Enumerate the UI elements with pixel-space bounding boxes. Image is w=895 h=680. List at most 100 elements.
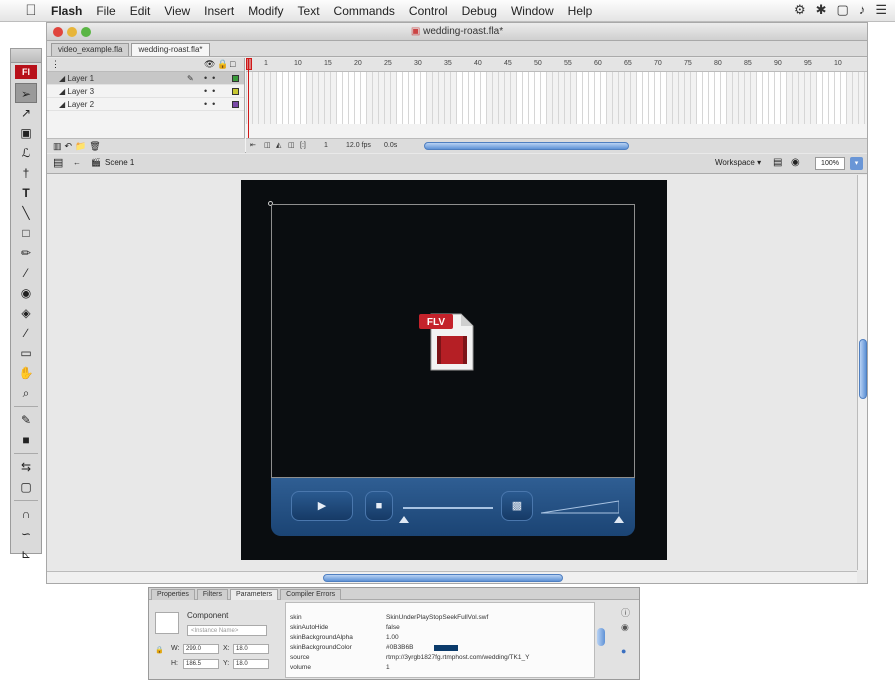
stop-button[interactable]: ■ — [365, 491, 393, 521]
menu-commands[interactable]: Commands — [327, 4, 402, 18]
param-row[interactable]: skinBackgroundAlpha 1.00 — [286, 633, 594, 643]
width-field[interactable]: 299.0 — [183, 644, 219, 654]
param-value[interactable]: SkinUnderPlayStopSeekFullVol.swf — [386, 613, 488, 623]
smooth-icon[interactable]: ∽ — [15, 524, 37, 544]
eraser-tool-icon[interactable]: ▭ — [15, 343, 37, 363]
param-value[interactable]: 1.00 — [386, 633, 399, 643]
onion-outlines-icon[interactable]: ◭ — [276, 139, 281, 153]
wifi-icon[interactable]: ☰ — [875, 2, 887, 18]
window-title-bar[interactable]: ▣ wedding-roast.fla* — [47, 23, 867, 41]
edit-multiple-frames-icon[interactable]: ◫ — [288, 139, 295, 153]
param-value[interactable]: rtmp://3yrgb1827fg.rtmphost.com/wedding/… — [386, 653, 529, 663]
play-button[interactable]: ▶ — [291, 491, 353, 521]
accessibility-icon[interactable]: ● — [621, 646, 626, 656]
apple-menu-icon[interactable]:  — [18, 2, 44, 19]
skin-color-swatch[interactable] — [434, 645, 458, 651]
timeline-scrollbar-thumb[interactable] — [424, 142, 629, 150]
parameters-scrollbar[interactable] — [597, 606, 605, 676]
ink-bottle-tool-icon[interactable]: ◉ — [15, 283, 37, 303]
show-hide-all-icon[interactable]: 👁 — [204, 59, 215, 70]
param-row[interactable]: skin SkinUnderPlayStopSeekFullVol.swf — [286, 613, 594, 623]
frame-grid[interactable] — [246, 72, 867, 124]
pencil-tool-icon[interactable]: ✏ — [15, 243, 37, 263]
tab-compiler-errors[interactable]: Compiler Errors — [280, 589, 342, 600]
modify-onion-markers-icon[interactable]: [:] — [300, 139, 306, 153]
tab-parameters[interactable]: Parameters — [229, 589, 279, 600]
tab-properties[interactable]: Properties — [151, 589, 195, 600]
pen-tool-icon[interactable]: † — [15, 163, 37, 183]
horizontal-scrollbar[interactable] — [47, 571, 857, 583]
volume-bar[interactable] — [541, 500, 619, 514]
no-color-icon[interactable]: ▢ — [15, 477, 37, 497]
layer-outline-color[interactable] — [232, 101, 239, 108]
hand-tool-icon[interactable]: ✋ — [15, 363, 37, 383]
edit-scene-icon[interactable]: ▤ — [773, 157, 782, 168]
selection-tool-icon[interactable]: ➢ — [15, 83, 37, 103]
playhead[interactable] — [246, 58, 252, 139]
component-inspector-icon[interactable]: ◉ — [621, 622, 629, 633]
scene-name[interactable]: Scene 1 — [105, 158, 134, 167]
layer-row[interactable]: ◢ Layer 3 •• — [47, 85, 244, 98]
param-row[interactable]: source rtmp://3yrgb1827fg.rtmphost.com/w… — [286, 653, 594, 663]
insert-folder-icon[interactable]: 📁 — [75, 141, 89, 151]
menu-debug[interactable]: Debug — [455, 4, 504, 18]
eyedropper-tool-icon[interactable]: ∕ — [15, 323, 37, 343]
center-frame-icon[interactable]: ⇤ — [250, 139, 256, 153]
stroke-color-icon[interactable]: ✎ — [15, 410, 37, 430]
tools-title-bar[interactable] — [11, 49, 41, 63]
layer-outline-color[interactable] — [232, 75, 239, 82]
snap-to-objects-icon[interactable]: ∩ — [15, 504, 37, 524]
help-icon[interactable]: ⓘ — [621, 606, 630, 619]
menu-modify[interactable]: Modify — [241, 4, 290, 18]
zoom-dropdown-icon[interactable]: ▾ — [850, 157, 863, 170]
menu-text[interactable]: Text — [291, 4, 327, 18]
menu-app[interactable]: Flash — [44, 4, 89, 18]
zoom-field[interactable]: 100% — [815, 157, 845, 170]
menu-window[interactable]: Window — [504, 4, 561, 18]
seek-bar-handle[interactable] — [399, 516, 409, 523]
param-value[interactable]: #0B3B6B — [386, 643, 413, 653]
playhead-handle[interactable] — [246, 58, 252, 70]
param-row[interactable]: volume 1 — [286, 663, 594, 673]
param-value[interactable]: false — [386, 623, 400, 633]
layer-row[interactable]: ◢ Layer 2 •• — [47, 98, 244, 111]
layer-row[interactable]: ◢ Layer 1 ✎ •• — [47, 72, 244, 85]
menu-view[interactable]: View — [157, 4, 197, 18]
swap-colors-icon[interactable]: ⇆ — [15, 457, 37, 477]
layer-outline-color[interactable] — [232, 88, 239, 95]
stage-area[interactable]: FLV ▶ ■ ▩ — [47, 175, 857, 570]
status-app-icon[interactable]: ⚙ — [794, 2, 806, 18]
insert-layer-icon[interactable]: ▥ — [53, 141, 65, 151]
menu-help[interactable]: Help — [561, 4, 600, 18]
seek-bar[interactable] — [403, 507, 493, 509]
lock-all-icon[interactable]: 🔒 — [217, 59, 228, 70]
edit-symbols-icon[interactable]: ◉ — [791, 157, 800, 168]
straighten-icon[interactable]: ⊾ — [15, 544, 37, 564]
menu-control[interactable]: Control — [402, 4, 455, 18]
volume-handle[interactable] — [614, 516, 624, 523]
menu-insert[interactable]: Insert — [197, 4, 241, 18]
stage[interactable]: FLV ▶ ■ ▩ — [241, 180, 667, 560]
paint-bucket-tool-icon[interactable]: ◈ — [15, 303, 37, 323]
vertical-scrollbar[interactable] — [857, 175, 867, 570]
vertical-scrollbar-thumb[interactable] — [859, 339, 867, 399]
text-tool-icon[interactable]: T — [15, 183, 37, 203]
param-value[interactable]: 1 — [386, 663, 390, 673]
rectangle-tool-icon[interactable]: □ — [15, 223, 37, 243]
volume-icon[interactable]: ♪ — [859, 2, 866, 18]
back-arrow-icon[interactable]: ← — [73, 158, 81, 167]
onion-skin-icon[interactable]: ◫ — [264, 139, 271, 153]
zoom-tool-icon[interactable]: ⌕ — [15, 383, 37, 403]
height-field[interactable]: 186.5 — [183, 659, 219, 669]
tab-wedding-roast[interactable]: wedding-roast.fla* — [131, 43, 210, 56]
layer-visibility-toggles[interactable]: •• — [204, 85, 220, 98]
param-row[interactable]: skinAutoHide false — [286, 623, 594, 633]
x-field[interactable]: 18.0 — [233, 644, 269, 654]
fill-color-icon[interactable]: ■ — [15, 430, 37, 450]
subselection-tool-icon[interactable]: ↗ — [15, 103, 37, 123]
add-motion-guide-icon[interactable]: ↶ — [65, 141, 76, 151]
horizontal-scrollbar-thumb[interactable] — [323, 574, 563, 582]
menu-file[interactable]: File — [89, 4, 122, 18]
param-row[interactable]: skinBackgroundColor #0B3B6B — [286, 643, 594, 653]
layer-visibility-toggles[interactable]: •• — [204, 72, 220, 85]
